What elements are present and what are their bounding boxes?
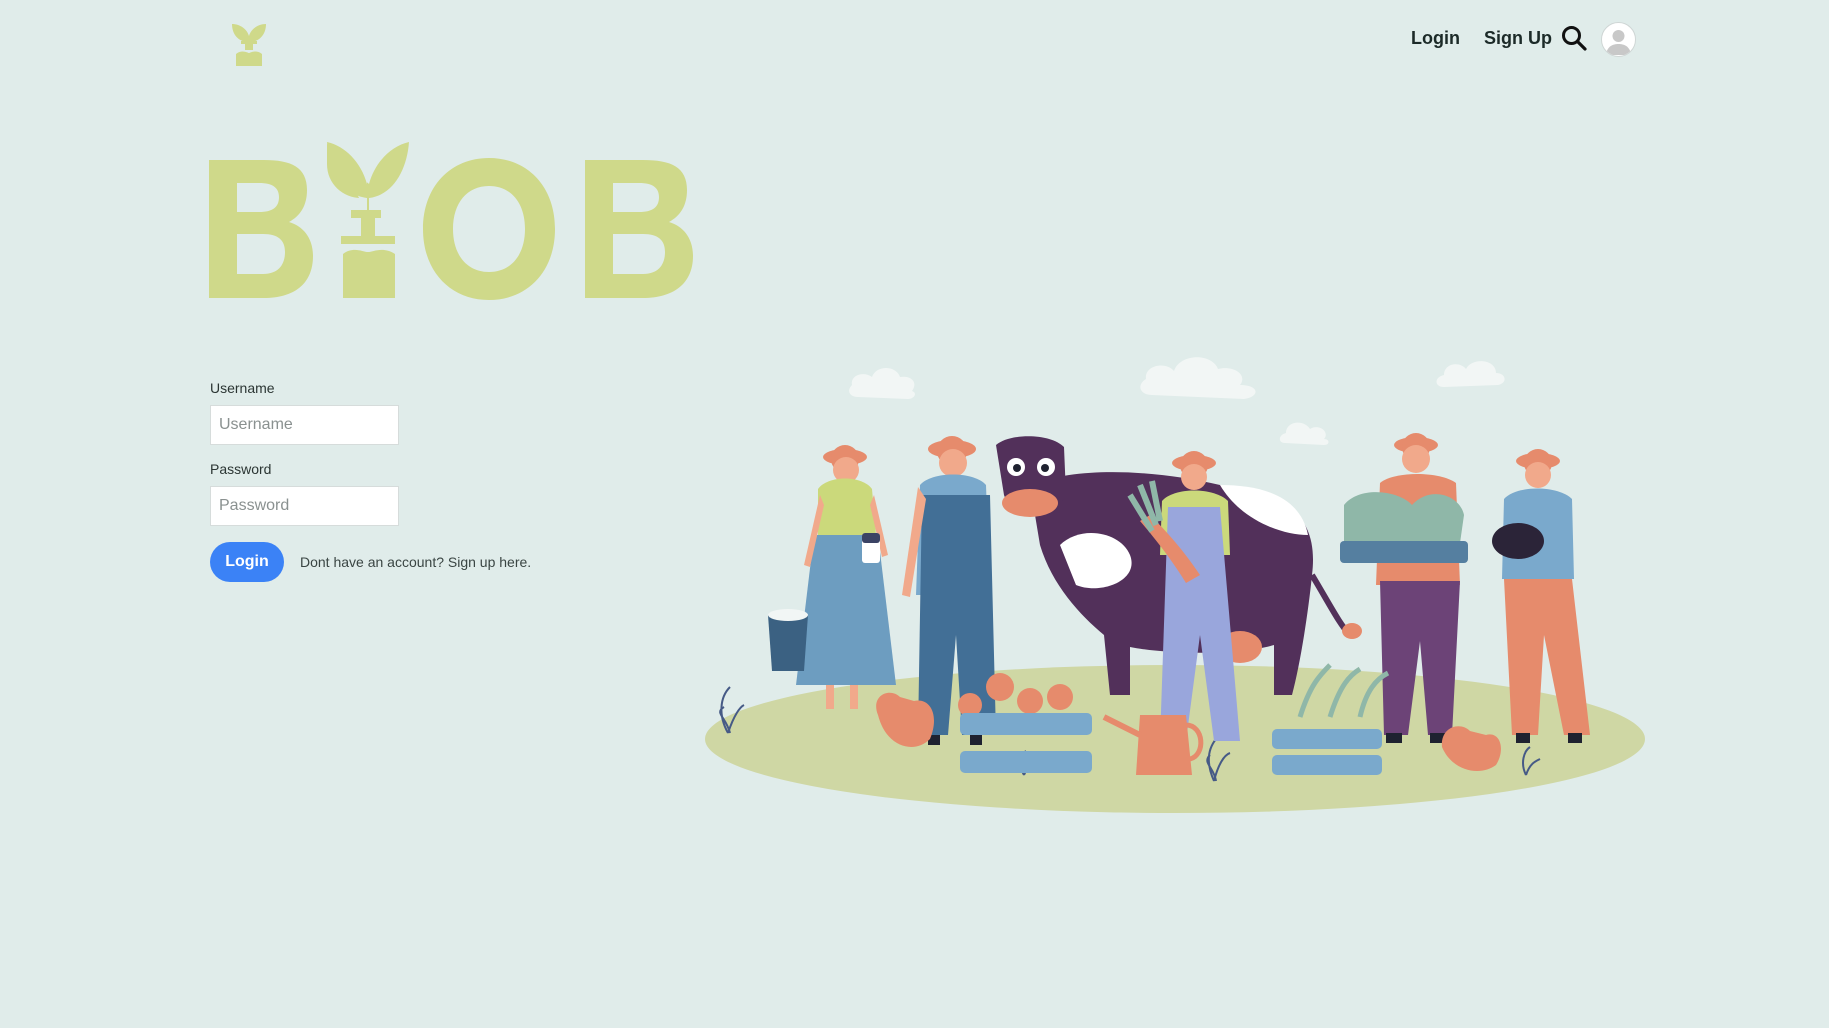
nav-signup-link[interactable]: Sign Up xyxy=(1484,28,1552,49)
user-avatar-icon[interactable] xyxy=(1601,22,1636,57)
signup-link[interactable]: Dont have an account? Sign up here. xyxy=(300,554,531,570)
nav-login-link[interactable]: Login xyxy=(1411,28,1460,49)
person-silhouette-icon xyxy=(1606,30,1631,55)
username-label: Username xyxy=(210,380,275,396)
password-input[interactable] xyxy=(210,486,399,526)
username-input[interactable] xyxy=(210,405,399,445)
sprout-logo-icon[interactable] xyxy=(230,12,268,66)
password-label: Password xyxy=(210,461,272,477)
login-form: Username Password Login Dont have an acc… xyxy=(210,380,570,582)
login-button[interactable]: Login xyxy=(210,542,284,582)
brand-wordmark-logo xyxy=(209,142,693,300)
cloud-shapes xyxy=(849,357,1505,445)
form-actions: Login Dont have an account? Sign up here… xyxy=(210,542,570,582)
farmer-woman-bucket xyxy=(768,445,896,709)
search-icon[interactable] xyxy=(1561,25,1587,51)
farmers-with-cow-illustration xyxy=(705,357,1645,813)
login-page: Login Sign Up Username Password Login xyxy=(0,0,1829,1028)
